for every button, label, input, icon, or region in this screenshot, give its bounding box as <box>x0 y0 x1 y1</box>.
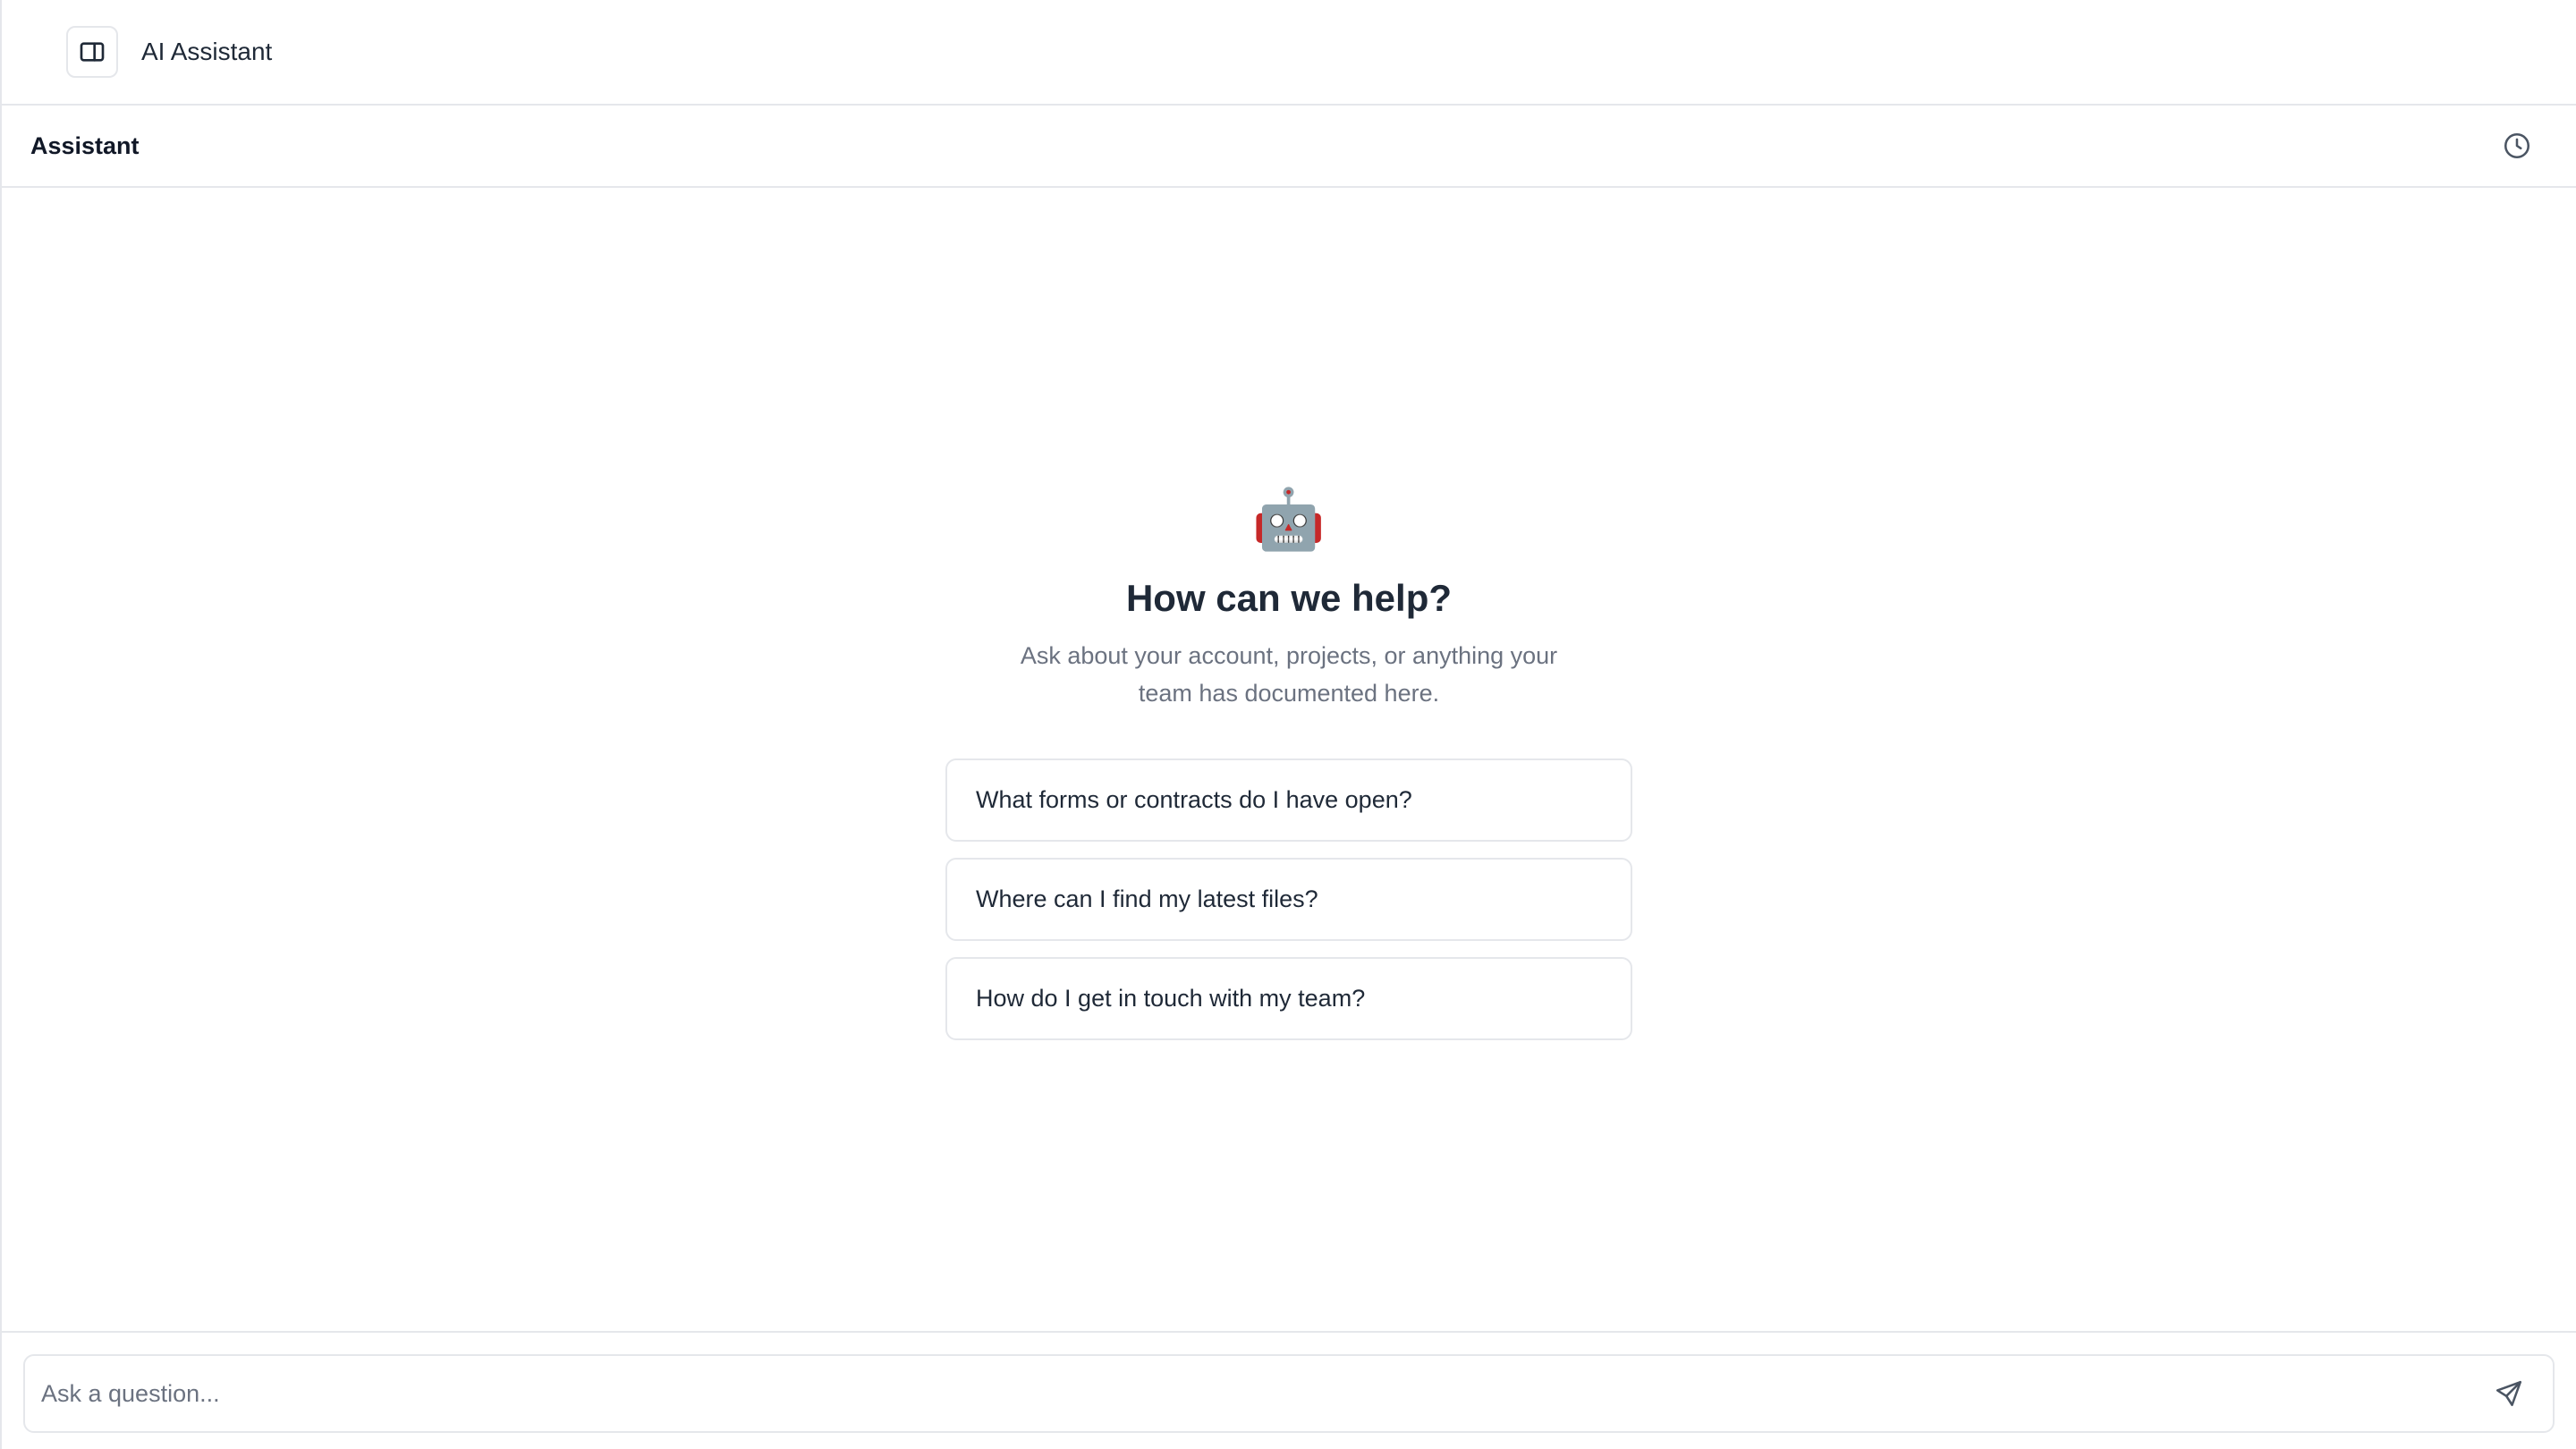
app-title: AI Assistant <box>141 38 273 65</box>
sidebar-toggle-button[interactable] <box>66 26 118 78</box>
history-button[interactable] <box>2494 123 2540 169</box>
sidebar-panel-icon <box>80 42 105 62</box>
composer <box>23 1354 2555 1433</box>
composer-area <box>2 1331 2576 1449</box>
suggestion-button[interactable]: Where can I find my latest files? <box>945 858 1632 941</box>
send-icon <box>2496 1380 2522 1407</box>
suggestion-button[interactable]: What forms or contracts do I have open? <box>945 758 1632 842</box>
robot-icon: 🤖 <box>1251 486 1326 552</box>
assistant-app: AI Assistant Assistant 🤖 How can we help… <box>0 0 2576 1449</box>
empty-state: 🤖 How can we help? Ask about your accoun… <box>2 483 2576 1040</box>
empty-state-subtext: Ask about your account, projects, or any… <box>1020 642 1558 707</box>
question-input[interactable] <box>41 1379 2487 1408</box>
clock-icon <box>2504 132 2530 159</box>
empty-state-headline: How can we help? <box>1125 577 1453 619</box>
assistant-header: Assistant <box>2 106 2576 188</box>
suggestion-button[interactable]: How do I get in touch with my team? <box>945 957 1632 1040</box>
suggestion-list: What forms or contracts do I have open? … <box>945 758 1632 1040</box>
send-button[interactable] <box>2487 1371 2531 1416</box>
panel-title: Assistant <box>30 131 140 159</box>
top-bar: AI Assistant <box>2 0 2576 106</box>
